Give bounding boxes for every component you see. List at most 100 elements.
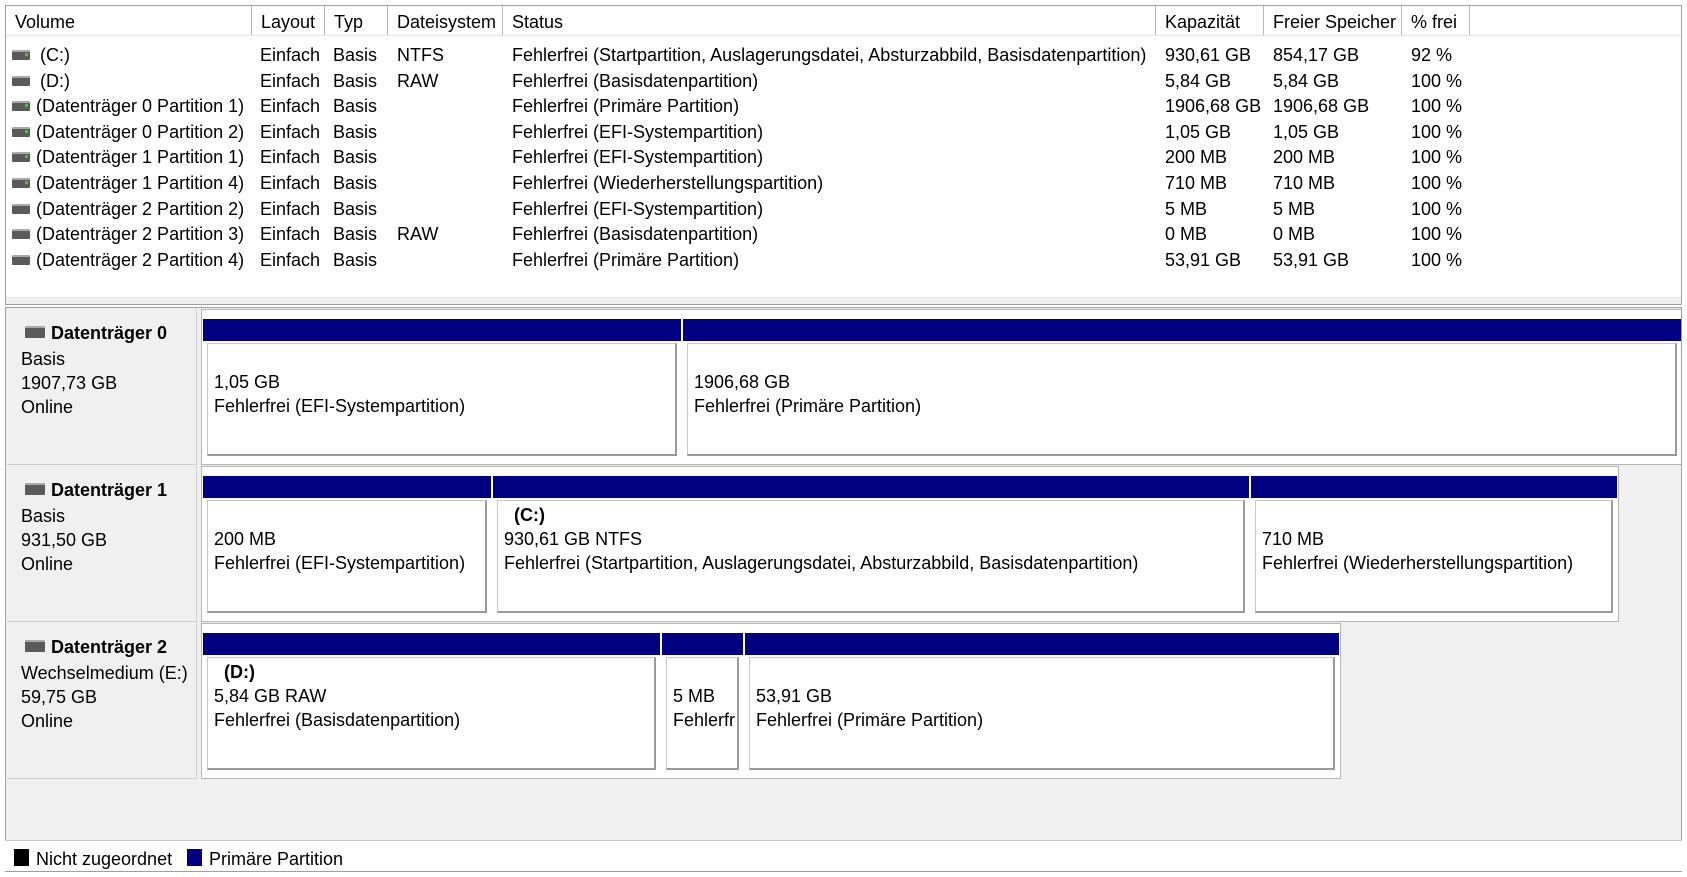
column-header-layout[interactable]: Layout xyxy=(252,6,325,35)
table-row[interactable]: (Datenträger 0 Partition 2) Einfach Basis F… xyxy=(6,120,1681,146)
cell-status: Fehlerfrei (EFI-Systempartition) xyxy=(512,198,764,219)
partition-block[interactable]: 53,91 GB Fehlerfrei (Primäre Partition) xyxy=(744,624,1340,778)
partition-size: 1906,68 GB xyxy=(694,372,791,392)
column-header-prozent-frei[interactable]: % frei xyxy=(1402,6,1470,35)
cell-status: Fehlerfrei (Primäre Partition) xyxy=(512,249,740,270)
disk-drive-icon xyxy=(25,483,45,495)
disk-label-1[interactable]: Datenträger 1 Basis 931,50 GB Online xyxy=(7,466,197,622)
cell-typ: Basis xyxy=(333,45,378,65)
disk-label-0[interactable]: Datenträger 0 Basis 1907,73 GB Online xyxy=(7,309,197,465)
partition-block[interactable]: 1906,68 GB Fehlerfrei (Primäre Partition) xyxy=(682,310,1681,464)
cell-prozent-frei: 100 % xyxy=(1411,173,1463,193)
cell-kapazitaet: 1906,68 GB xyxy=(1165,96,1261,117)
volume-drive-icon xyxy=(12,178,30,188)
cell-freier-speicher: 53,91 GB xyxy=(1273,249,1350,270)
partition-box: 1,05 GB Fehlerfrei (EFI-Systempartition) xyxy=(207,343,677,456)
column-header-dateisystem[interactable]: Dateisystem xyxy=(388,6,503,35)
disk-graphical-view: Datenträger 0 Basis 1907,73 GB Online 1,05 G… xyxy=(5,307,1682,872)
legend: Nicht zugeordnet Primäre Partition xyxy=(5,840,1682,871)
disk-type: Basis xyxy=(21,506,66,526)
column-header-volume[interactable]: Volume xyxy=(6,6,252,35)
disk-state: Online xyxy=(21,711,74,731)
partition-size: 200 MB xyxy=(214,529,277,549)
partition-box: 1906,68 GB Fehlerfrei (Primäre Partition) xyxy=(687,343,1677,456)
primary-partition-bar xyxy=(203,476,491,498)
cell-volume: (Datenträger 0 Partition 1) xyxy=(36,96,245,117)
partition-status: Fehlerfrei (EFI-Systempartition) xyxy=(214,553,466,573)
disk-label-2[interactable]: Datenträger 2 Wechselmedium (E:) 59,75 GB O… xyxy=(7,623,197,779)
cell-volume: (Datenträger 2 Partition 3) xyxy=(36,224,245,245)
cell-layout: Einfach xyxy=(260,121,321,142)
partition-name: (D:) xyxy=(224,662,255,682)
cell-prozent-frei: 100 % xyxy=(1411,198,1463,219)
cell-typ: Basis xyxy=(333,224,378,245)
cell-kapazitaet: 5 MB xyxy=(1165,198,1208,219)
column-header-freier-speicher[interactable]: Freier Speicher xyxy=(1264,6,1402,35)
cell-status: Fehlerfrei (EFI-Systempartition) xyxy=(512,147,764,168)
disk-drive-icon xyxy=(25,640,45,652)
cell-typ: Basis xyxy=(333,70,378,91)
cell-layout: Einfach xyxy=(260,249,321,270)
partition-size: 5 MB xyxy=(673,686,716,706)
partition-block[interactable]: (D:) 5,84 GB RAW Fehlerfrei (Basisdatenpar… xyxy=(202,624,661,778)
disk-type: Wechselmedium (E:) xyxy=(21,663,188,683)
table-row[interactable]: (Datenträger 1 Partition 4) Einfach Basis F… xyxy=(6,171,1681,197)
partition-box: 200 MB Fehlerfrei (EFI-Systempartition) xyxy=(207,500,487,613)
volume-list[interactable]: Volume Layout Typ Dateisystem Status Kap… xyxy=(5,5,1682,305)
partition-size: 930,61 GB NTFS xyxy=(504,529,643,549)
cell-freier-speicher: 854,17 GB xyxy=(1273,45,1360,65)
volume-drive-icon xyxy=(12,203,30,214)
disk-size: 1907,73 GB xyxy=(21,373,118,393)
table-row[interactable]: (Datenträger 0 Partition 1) Einfach Basis F… xyxy=(6,94,1681,120)
table-row[interactable]: (Datenträger 2 Partition 3) Einfach Basis R… xyxy=(6,222,1681,248)
cell-status: Fehlerfrei (EFI-Systempartition) xyxy=(512,121,764,142)
volume-drive-icon xyxy=(12,229,30,240)
partition-status: Fehlerfrei (Startpartition, Auslagerungs… xyxy=(504,553,1139,573)
table-row[interactable]: (Datenträger 2 Partition 2) Einfach Basis F… xyxy=(6,197,1681,223)
horizontal-scrollbar[interactable] xyxy=(6,297,1681,304)
disk-size: 931,50 GB xyxy=(21,530,108,550)
column-header-kapazitaet[interactable]: Kapazität xyxy=(1156,6,1264,35)
table-row[interactable]: (Datenträger 1 Partition 1) Einfach Basis F… xyxy=(6,145,1681,171)
table-row[interactable]: (C:) Einfach Basis NTFS Fehlerfrei (Startpar… xyxy=(6,43,1681,69)
partition-name: (C:) xyxy=(514,505,545,525)
partition-block[interactable]: 710 MB Fehlerfrei (Wiederherstellungspart… xyxy=(1250,467,1618,621)
cell-freier-speicher: 710 MB xyxy=(1273,173,1336,193)
disk-name: Datenträger 0 xyxy=(51,323,168,343)
cell-kapazitaet: 1,05 GB xyxy=(1165,121,1232,142)
partition-box: 5 MB Fehlerfr xyxy=(666,657,739,770)
partition-block[interactable]: 5 MB Fehlerfr xyxy=(661,624,744,778)
disk-size: 59,75 GB xyxy=(21,687,98,707)
primary-partition-bar xyxy=(662,633,743,655)
partition-block[interactable]: 200 MB Fehlerfrei (EFI-Systempartition) xyxy=(202,467,492,621)
partition-block[interactable]: (C:) 930,61 GB NTFS Fehlerfrei (Startparti… xyxy=(492,467,1250,621)
cell-dateisystem: RAW xyxy=(397,70,439,91)
column-header-status[interactable]: Status xyxy=(503,6,1156,35)
disk-drive-icon xyxy=(25,326,45,338)
cell-kapazitaet: 200 MB xyxy=(1165,147,1228,168)
partition-block[interactable]: 1,05 GB Fehlerfrei (EFI-Systempartition) xyxy=(202,310,682,464)
cell-freier-speicher: 5 MB xyxy=(1273,198,1316,219)
cell-prozent-frei: 100 % xyxy=(1411,147,1463,168)
cell-status: Fehlerfrei (Primäre Partition) xyxy=(512,96,740,117)
partition-status: Fehlerfrei (Primäre Partition) xyxy=(694,396,922,416)
table-row[interactable]: (D:) Einfach Basis RAW Fehlerfrei (Basisdate… xyxy=(6,69,1681,95)
table-row[interactable]: (Datenträger 2 Partition 4) Einfach Basis F… xyxy=(6,248,1681,274)
cell-status: Fehlerfrei (Basisdatenpartition) xyxy=(512,224,759,245)
legend-label-unallocated: Nicht zugeordnet xyxy=(36,849,173,869)
cell-volume: (Datenträger 2 Partition 4) xyxy=(36,249,245,270)
cell-dateisystem xyxy=(397,171,497,197)
cell-layout: Einfach xyxy=(260,70,321,91)
partition-box: (C:) 930,61 GB NTFS Fehlerfrei (Startparti… xyxy=(497,500,1245,613)
cell-freier-speicher: 1906,68 GB xyxy=(1273,96,1370,117)
cell-prozent-frei: 92 % xyxy=(1411,45,1453,65)
volume-drive-icon xyxy=(12,126,30,137)
primary-partition-bar xyxy=(1251,476,1617,498)
partition-size: 1,05 GB xyxy=(214,372,281,392)
disk-name: Datenträger 1 xyxy=(51,480,168,500)
partition-box: 710 MB Fehlerfrei (Wiederherstellungspart… xyxy=(1255,500,1613,613)
cell-status: Fehlerfrei (Startpartition, Auslagerungs… xyxy=(512,45,1147,65)
primary-partition-bar xyxy=(203,319,681,341)
column-header-typ[interactable]: Typ xyxy=(325,6,388,35)
legend-swatch-primary xyxy=(187,849,202,866)
